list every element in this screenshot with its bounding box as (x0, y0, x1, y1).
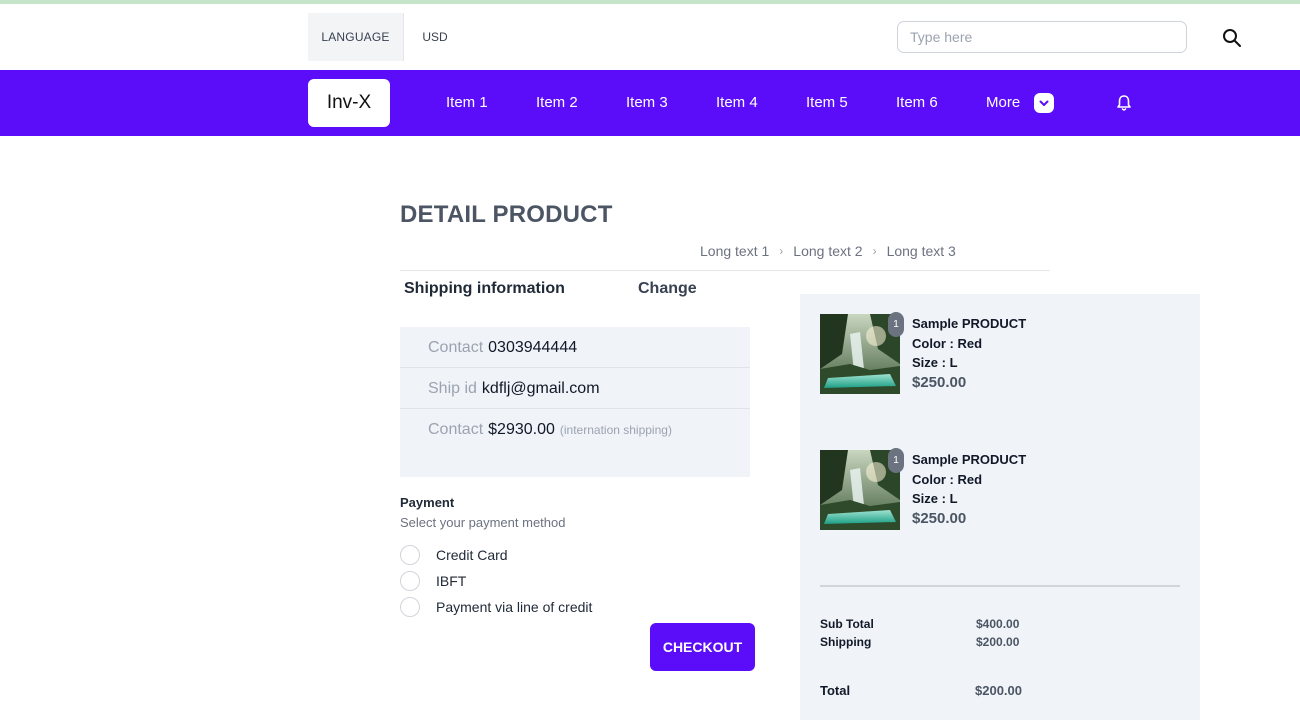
shipping-info-title: Shipping information (404, 280, 565, 297)
search-input[interactable] (897, 21, 1187, 53)
info-row-shipping-cost: Contact $2930.00 (internation shipping) (400, 409, 750, 450)
logo[interactable]: Inv-X (308, 79, 390, 127)
chevron-down-icon[interactable] (1034, 93, 1054, 113)
nav-item-3[interactable]: Item 3 (626, 92, 668, 114)
radio-button[interactable] (400, 571, 420, 591)
info-value: $2930.00 (488, 420, 555, 438)
breadcrumb-item-1[interactable]: Long text 1 (700, 243, 769, 259)
section-divider (400, 270, 1050, 271)
info-note: (internation shipping) (559, 422, 672, 437)
item-price: $250.00 (912, 374, 967, 391)
breadcrumb-item-2[interactable]: Long text 2 (793, 243, 862, 259)
radio-label[interactable]: IBFT (436, 573, 466, 589)
subtotal-label: Sub Total (820, 617, 874, 631)
quantity-badge: 1 (888, 312, 904, 337)
page-title: DETAIL PRODUCT (400, 201, 613, 228)
order-summary-panel: 1 Sample PRODUCT Color : Red Size : L $2… (800, 294, 1200, 720)
breadcrumb-item-3[interactable]: Long text 3 (887, 243, 956, 259)
main-nav: Inv-X Item 1 Item 2 Item 3 Item 4 Item 5… (0, 70, 1300, 136)
item-price: $250.00 (912, 510, 967, 527)
info-row-contact: Contact 0303944444 (400, 327, 750, 368)
breadcrumb: Long text 1 › Long text 2 › Long text 3 (700, 243, 956, 259)
payment-subtitle: Select your payment method (400, 515, 566, 530)
radio-label[interactable]: Payment via line of credit (436, 599, 592, 615)
total-value: $200.00 (975, 683, 1022, 698)
bell-icon[interactable] (1114, 93, 1134, 113)
shipping-info-box: Contact 0303944444 Ship id kdflj@gmail.c… (400, 327, 750, 477)
cart-item: 1 Sample PRODUCT Color : Red Size : L $2… (820, 312, 1180, 398)
nav-more-label[interactable]: More (986, 92, 1020, 114)
search-icon[interactable] (1218, 24, 1246, 52)
radio-label[interactable]: Credit Card (436, 547, 508, 563)
checkout-button[interactable]: CHECKOUT (650, 623, 755, 671)
item-name: Sample PRODUCT (912, 316, 1027, 331)
info-row-ship-id: Ship id kdflj@gmail.com (400, 368, 750, 409)
info-label: Contact (428, 420, 484, 438)
info-value: 0303944444 (488, 338, 578, 356)
info-value: kdflj@gmail.com (481, 379, 600, 397)
subtotal-value: $400.00 (976, 617, 1020, 631)
nav-item-1[interactable]: Item 1 (446, 92, 488, 114)
nav-item-5[interactable]: Item 5 (806, 92, 848, 114)
total-label: Total (820, 683, 851, 698)
language-button[interactable]: LANGUAGE (308, 13, 404, 61)
radio-button[interactable] (400, 597, 420, 617)
payment-option-credit-card[interactable]: Credit Card (400, 545, 508, 565)
chevron-right-icon: › (872, 244, 877, 258)
nav-item-2[interactable]: Item 2 (536, 92, 578, 114)
payment-title: Payment (400, 495, 455, 510)
info-label: Ship id (428, 379, 477, 397)
item-color: Color : Red (912, 472, 983, 487)
item-size: Size : L (912, 491, 958, 506)
summary-divider (820, 585, 1180, 587)
item-size: Size : L (912, 355, 958, 370)
cart-item: 1 Sample PRODUCT Color : Red Size : L $2… (820, 448, 1180, 534)
change-shipping-button[interactable]: Change (638, 280, 697, 298)
payment-option-ibft[interactable]: IBFT (400, 571, 466, 591)
quantity-badge: 1 (888, 448, 904, 473)
payment-option-line-of-credit[interactable]: Payment via line of credit (400, 597, 592, 617)
nav-item-6[interactable]: Item 6 (896, 92, 938, 114)
currency-button[interactable]: USD (412, 13, 458, 61)
nav-item-4[interactable]: Item 4 (716, 92, 758, 114)
shipping-value: $200.00 (976, 635, 1020, 649)
item-color: Color : Red (912, 336, 983, 351)
info-label: Contact (428, 338, 484, 356)
chevron-right-icon: › (779, 244, 784, 258)
shipping-label: Shipping (820, 635, 872, 649)
radio-button[interactable] (400, 545, 420, 565)
utility-bar: LANGUAGE USD (0, 4, 1300, 70)
item-name: Sample PRODUCT (912, 452, 1027, 467)
